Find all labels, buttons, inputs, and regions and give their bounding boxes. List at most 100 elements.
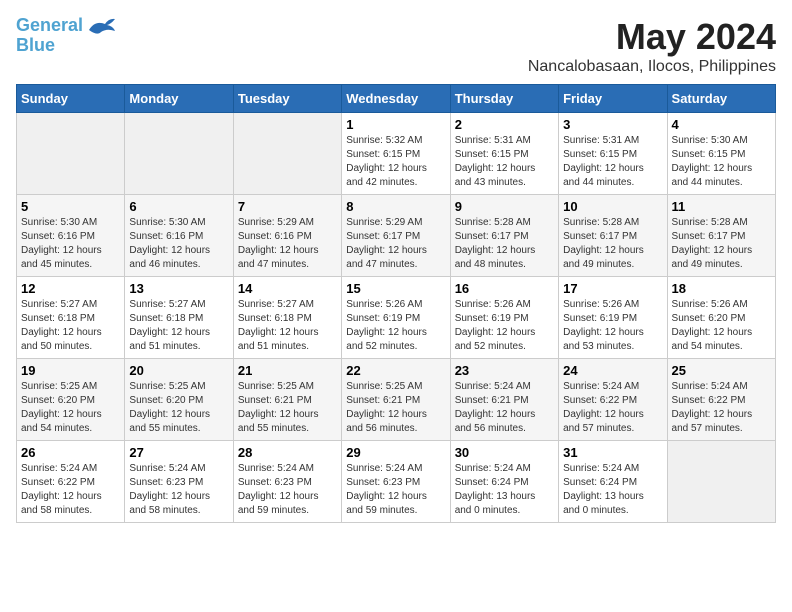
- calendar-cell: 23 Sunrise: 5:24 AM Sunset: 6:21 PM Dayli…: [450, 359, 558, 441]
- day-number: 4: [672, 117, 771, 132]
- weekday-header-thursday: Thursday: [450, 85, 558, 113]
- day-info: Sunrise: 5:26 AM Sunset: 6:19 PM Dayligh…: [346, 298, 445, 354]
- weekday-header-monday: Monday: [125, 85, 233, 113]
- day-info: Sunrise: 5:30 AM Sunset: 6:16 PM Dayligh…: [21, 216, 120, 272]
- calendar-cell: 29 Sunrise: 5:24 AM Sunset: 6:23 PM Dayli…: [342, 441, 450, 523]
- calendar-cell: [125, 113, 233, 195]
- day-info: Sunrise: 5:30 AM Sunset: 6:16 PM Dayligh…: [129, 216, 228, 272]
- day-number: 18: [672, 281, 771, 296]
- weekday-header-saturday: Saturday: [667, 85, 775, 113]
- calendar-week-1: 1Sunrise: 5:32 AM Sunset: 6:15 PM Daylig…: [17, 113, 776, 195]
- title-section: May 2024 Nancalobasaan, Ilocos, Philippi…: [528, 16, 776, 76]
- calendar-week-3: 12 Sunrise: 5:27 AM Sunset: 6:18 PM Dayli…: [17, 277, 776, 359]
- day-number: 25: [672, 363, 771, 378]
- day-number: 13: [129, 281, 228, 296]
- day-number: 26: [21, 445, 120, 460]
- calendar-cell: 10 Sunrise: 5:28 AM Sunset: 6:17 PM Dayli…: [559, 195, 667, 277]
- day-info: Sunrise: 5:24 AM Sunset: 6:22 PM Dayligh…: [21, 462, 120, 518]
- day-number: 20: [129, 363, 228, 378]
- day-info: Sunrise: 5:27 AM Sunset: 6:18 PM Dayligh…: [129, 298, 228, 354]
- calendar-cell: 30 Sunrise: 5:24 AM Sunset: 6:24 PM Dayli…: [450, 441, 558, 523]
- calendar-cell: 27Sunrise: 5:24 AM Sunset: 6:23 PM Dayli…: [125, 441, 233, 523]
- day-info: Sunrise: 5:26 AM Sunset: 6:19 PM Dayligh…: [563, 298, 662, 354]
- weekday-header-tuesday: Tuesday: [233, 85, 341, 113]
- calendar-cell: 5Sunrise: 5:30 AM Sunset: 6:16 PM Daylig…: [17, 195, 125, 277]
- calendar-cell: 4 Sunrise: 5:30 AM Sunset: 6:15 PM Daylig…: [667, 113, 775, 195]
- weekday-header-wednesday: Wednesday: [342, 85, 450, 113]
- day-info: Sunrise: 5:29 AM Sunset: 6:17 PM Dayligh…: [346, 216, 445, 272]
- calendar-cell: 25 Sunrise: 5:24 AM Sunset: 6:22 PM Dayli…: [667, 359, 775, 441]
- calendar-cell: 9 Sunrise: 5:28 AM Sunset: 6:17 PM Daylig…: [450, 195, 558, 277]
- calendar-week-5: 26 Sunrise: 5:24 AM Sunset: 6:22 PM Dayli…: [17, 441, 776, 523]
- calendar-cell: 19 Sunrise: 5:25 AM Sunset: 6:20 PM Dayli…: [17, 359, 125, 441]
- calendar-cell: 22 Sunrise: 5:25 AM Sunset: 6:21 PM Dayli…: [342, 359, 450, 441]
- day-info: Sunrise: 5:25 AM Sunset: 6:20 PM Dayligh…: [21, 380, 120, 436]
- page-header: General Blue May 2024 Nancalobasaan, Ilo…: [16, 16, 776, 76]
- day-info: Sunrise: 5:24 AM Sunset: 6:22 PM Dayligh…: [563, 380, 662, 436]
- day-number: 22: [346, 363, 445, 378]
- day-number: 16: [455, 281, 554, 296]
- calendar-cell: 21 Sunrise: 5:25 AM Sunset: 6:21 PM Dayli…: [233, 359, 341, 441]
- calendar-cell: 1Sunrise: 5:32 AM Sunset: 6:15 PM Daylig…: [342, 113, 450, 195]
- calendar-header-row: SundayMondayTuesdayWednesdayThursdayFrid…: [17, 85, 776, 113]
- day-number: 6: [129, 199, 228, 214]
- day-info: Sunrise: 5:29 AM Sunset: 6:16 PM Dayligh…: [238, 216, 337, 272]
- day-number: 15: [346, 281, 445, 296]
- day-number: 10: [563, 199, 662, 214]
- calendar-cell: 17 Sunrise: 5:26 AM Sunset: 6:19 PM Dayli…: [559, 277, 667, 359]
- logo-text: General Blue: [16, 16, 83, 56]
- month-title: May 2024: [528, 16, 776, 58]
- weekday-header-friday: Friday: [559, 85, 667, 113]
- day-number: 12: [21, 281, 120, 296]
- day-number: 3: [563, 117, 662, 132]
- calendar-table: SundayMondayTuesdayWednesdayThursdayFrid…: [16, 84, 776, 523]
- calendar-cell: 13 Sunrise: 5:27 AM Sunset: 6:18 PM Dayli…: [125, 277, 233, 359]
- day-info: Sunrise: 5:24 AM Sunset: 6:23 PM Dayligh…: [129, 462, 228, 518]
- calendar-cell: 20 Sunrise: 5:25 AM Sunset: 6:20 PM Dayli…: [125, 359, 233, 441]
- calendar-cell: 26 Sunrise: 5:24 AM Sunset: 6:22 PM Dayli…: [17, 441, 125, 523]
- calendar-cell: 7Sunrise: 5:29 AM Sunset: 6:16 PM Daylig…: [233, 195, 341, 277]
- day-info: Sunrise: 5:25 AM Sunset: 6:21 PM Dayligh…: [238, 380, 337, 436]
- calendar-week-4: 19 Sunrise: 5:25 AM Sunset: 6:20 PM Dayli…: [17, 359, 776, 441]
- calendar-cell: 6 Sunrise: 5:30 AM Sunset: 6:16 PM Daylig…: [125, 195, 233, 277]
- day-info: Sunrise: 5:25 AM Sunset: 6:20 PM Dayligh…: [129, 380, 228, 436]
- calendar-cell: 2Sunrise: 5:31 AM Sunset: 6:15 PM Daylig…: [450, 113, 558, 195]
- day-number: 8: [346, 199, 445, 214]
- day-info: Sunrise: 5:27 AM Sunset: 6:18 PM Dayligh…: [21, 298, 120, 354]
- calendar-cell: 12 Sunrise: 5:27 AM Sunset: 6:18 PM Dayli…: [17, 277, 125, 359]
- calendar-cell: 11Sunrise: 5:28 AM Sunset: 6:17 PM Dayli…: [667, 195, 775, 277]
- day-number: 1: [346, 117, 445, 132]
- day-info: Sunrise: 5:24 AM Sunset: 6:23 PM Dayligh…: [238, 462, 337, 518]
- calendar-cell: [233, 113, 341, 195]
- day-number: 17: [563, 281, 662, 296]
- day-number: 19: [21, 363, 120, 378]
- day-info: Sunrise: 5:28 AM Sunset: 6:17 PM Dayligh…: [563, 216, 662, 272]
- calendar-cell: 3 Sunrise: 5:31 AM Sunset: 6:15 PM Daylig…: [559, 113, 667, 195]
- day-number: 11: [672, 199, 771, 214]
- calendar-cell: 15 Sunrise: 5:26 AM Sunset: 6:19 PM Dayli…: [342, 277, 450, 359]
- day-number: 31: [563, 445, 662, 460]
- day-info: Sunrise: 5:25 AM Sunset: 6:21 PM Dayligh…: [346, 380, 445, 436]
- calendar-cell: [17, 113, 125, 195]
- calendar-cell: 8 Sunrise: 5:29 AM Sunset: 6:17 PM Daylig…: [342, 195, 450, 277]
- day-number: 29: [346, 445, 445, 460]
- day-info: Sunrise: 5:26 AM Sunset: 6:19 PM Dayligh…: [455, 298, 554, 354]
- day-number: 28: [238, 445, 337, 460]
- day-info: Sunrise: 5:28 AM Sunset: 6:17 PM Dayligh…: [455, 216, 554, 272]
- day-number: 21: [238, 363, 337, 378]
- location-subtitle: Nancalobasaan, Ilocos, Philippines: [528, 58, 776, 76]
- day-info: Sunrise: 5:24 AM Sunset: 6:24 PM Dayligh…: [455, 462, 554, 518]
- calendar-cell: 16 Sunrise: 5:26 AM Sunset: 6:19 PM Dayli…: [450, 277, 558, 359]
- day-info: Sunrise: 5:31 AM Sunset: 6:15 PM Dayligh…: [563, 134, 662, 190]
- day-info: Sunrise: 5:30 AM Sunset: 6:15 PM Dayligh…: [672, 134, 771, 190]
- day-number: 23: [455, 363, 554, 378]
- day-info: Sunrise: 5:24 AM Sunset: 6:22 PM Dayligh…: [672, 380, 771, 436]
- day-info: Sunrise: 5:24 AM Sunset: 6:21 PM Dayligh…: [455, 380, 554, 436]
- day-number: 30: [455, 445, 554, 460]
- logo: General Blue: [16, 16, 117, 56]
- day-info: Sunrise: 5:24 AM Sunset: 6:23 PM Dayligh…: [346, 462, 445, 518]
- calendar-cell: 28 Sunrise: 5:24 AM Sunset: 6:23 PM Dayli…: [233, 441, 341, 523]
- calendar-cell: 18Sunrise: 5:26 AM Sunset: 6:20 PM Dayli…: [667, 277, 775, 359]
- day-number: 9: [455, 199, 554, 214]
- calendar-cell: [667, 441, 775, 523]
